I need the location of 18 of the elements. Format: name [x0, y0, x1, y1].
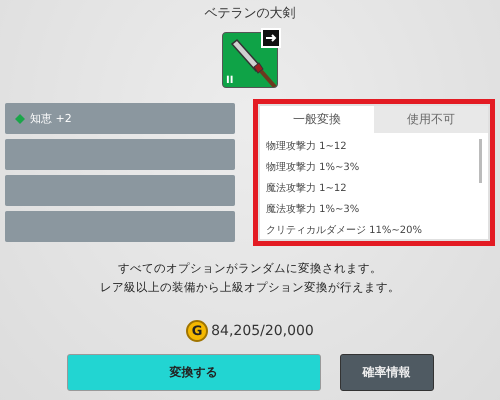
tab[interactable]: 使用不可: [374, 106, 488, 133]
sword-item-icon[interactable]: II: [222, 32, 278, 88]
option-row-text: 物理攻撃力 1~12: [266, 140, 348, 154]
option-row-text: 魔法攻撃力 1%~3%: [266, 202, 360, 217]
info-button[interactable]: 確率情報: [340, 354, 434, 391]
notice-text: すべてのオプションがランダムに変換されます。: [117, 260, 383, 277]
option-row-text: 物理攻撃力 1%~3%: [266, 160, 360, 175]
item-title: ベテランの大剣: [204, 5, 296, 23]
coin-icon: G: [186, 320, 208, 342]
scrollbar[interactable]: [479, 139, 482, 183]
currency-amount: 84,205/20,000: [211, 323, 314, 339]
notice-text: レア級以上の装備から上級オプション変換が行えます。: [99, 279, 401, 296]
option-row-text: 魔法攻撃力 1~12: [266, 182, 348, 196]
option-row-text: クリティカルダメージ 11%~20%: [266, 224, 424, 238]
convert-button[interactable]: 変換する: [66, 354, 320, 391]
option-text: 知恵 +2: [30, 111, 72, 126]
diamond-icon: [15, 114, 25, 124]
grade-label: II: [226, 75, 234, 86]
